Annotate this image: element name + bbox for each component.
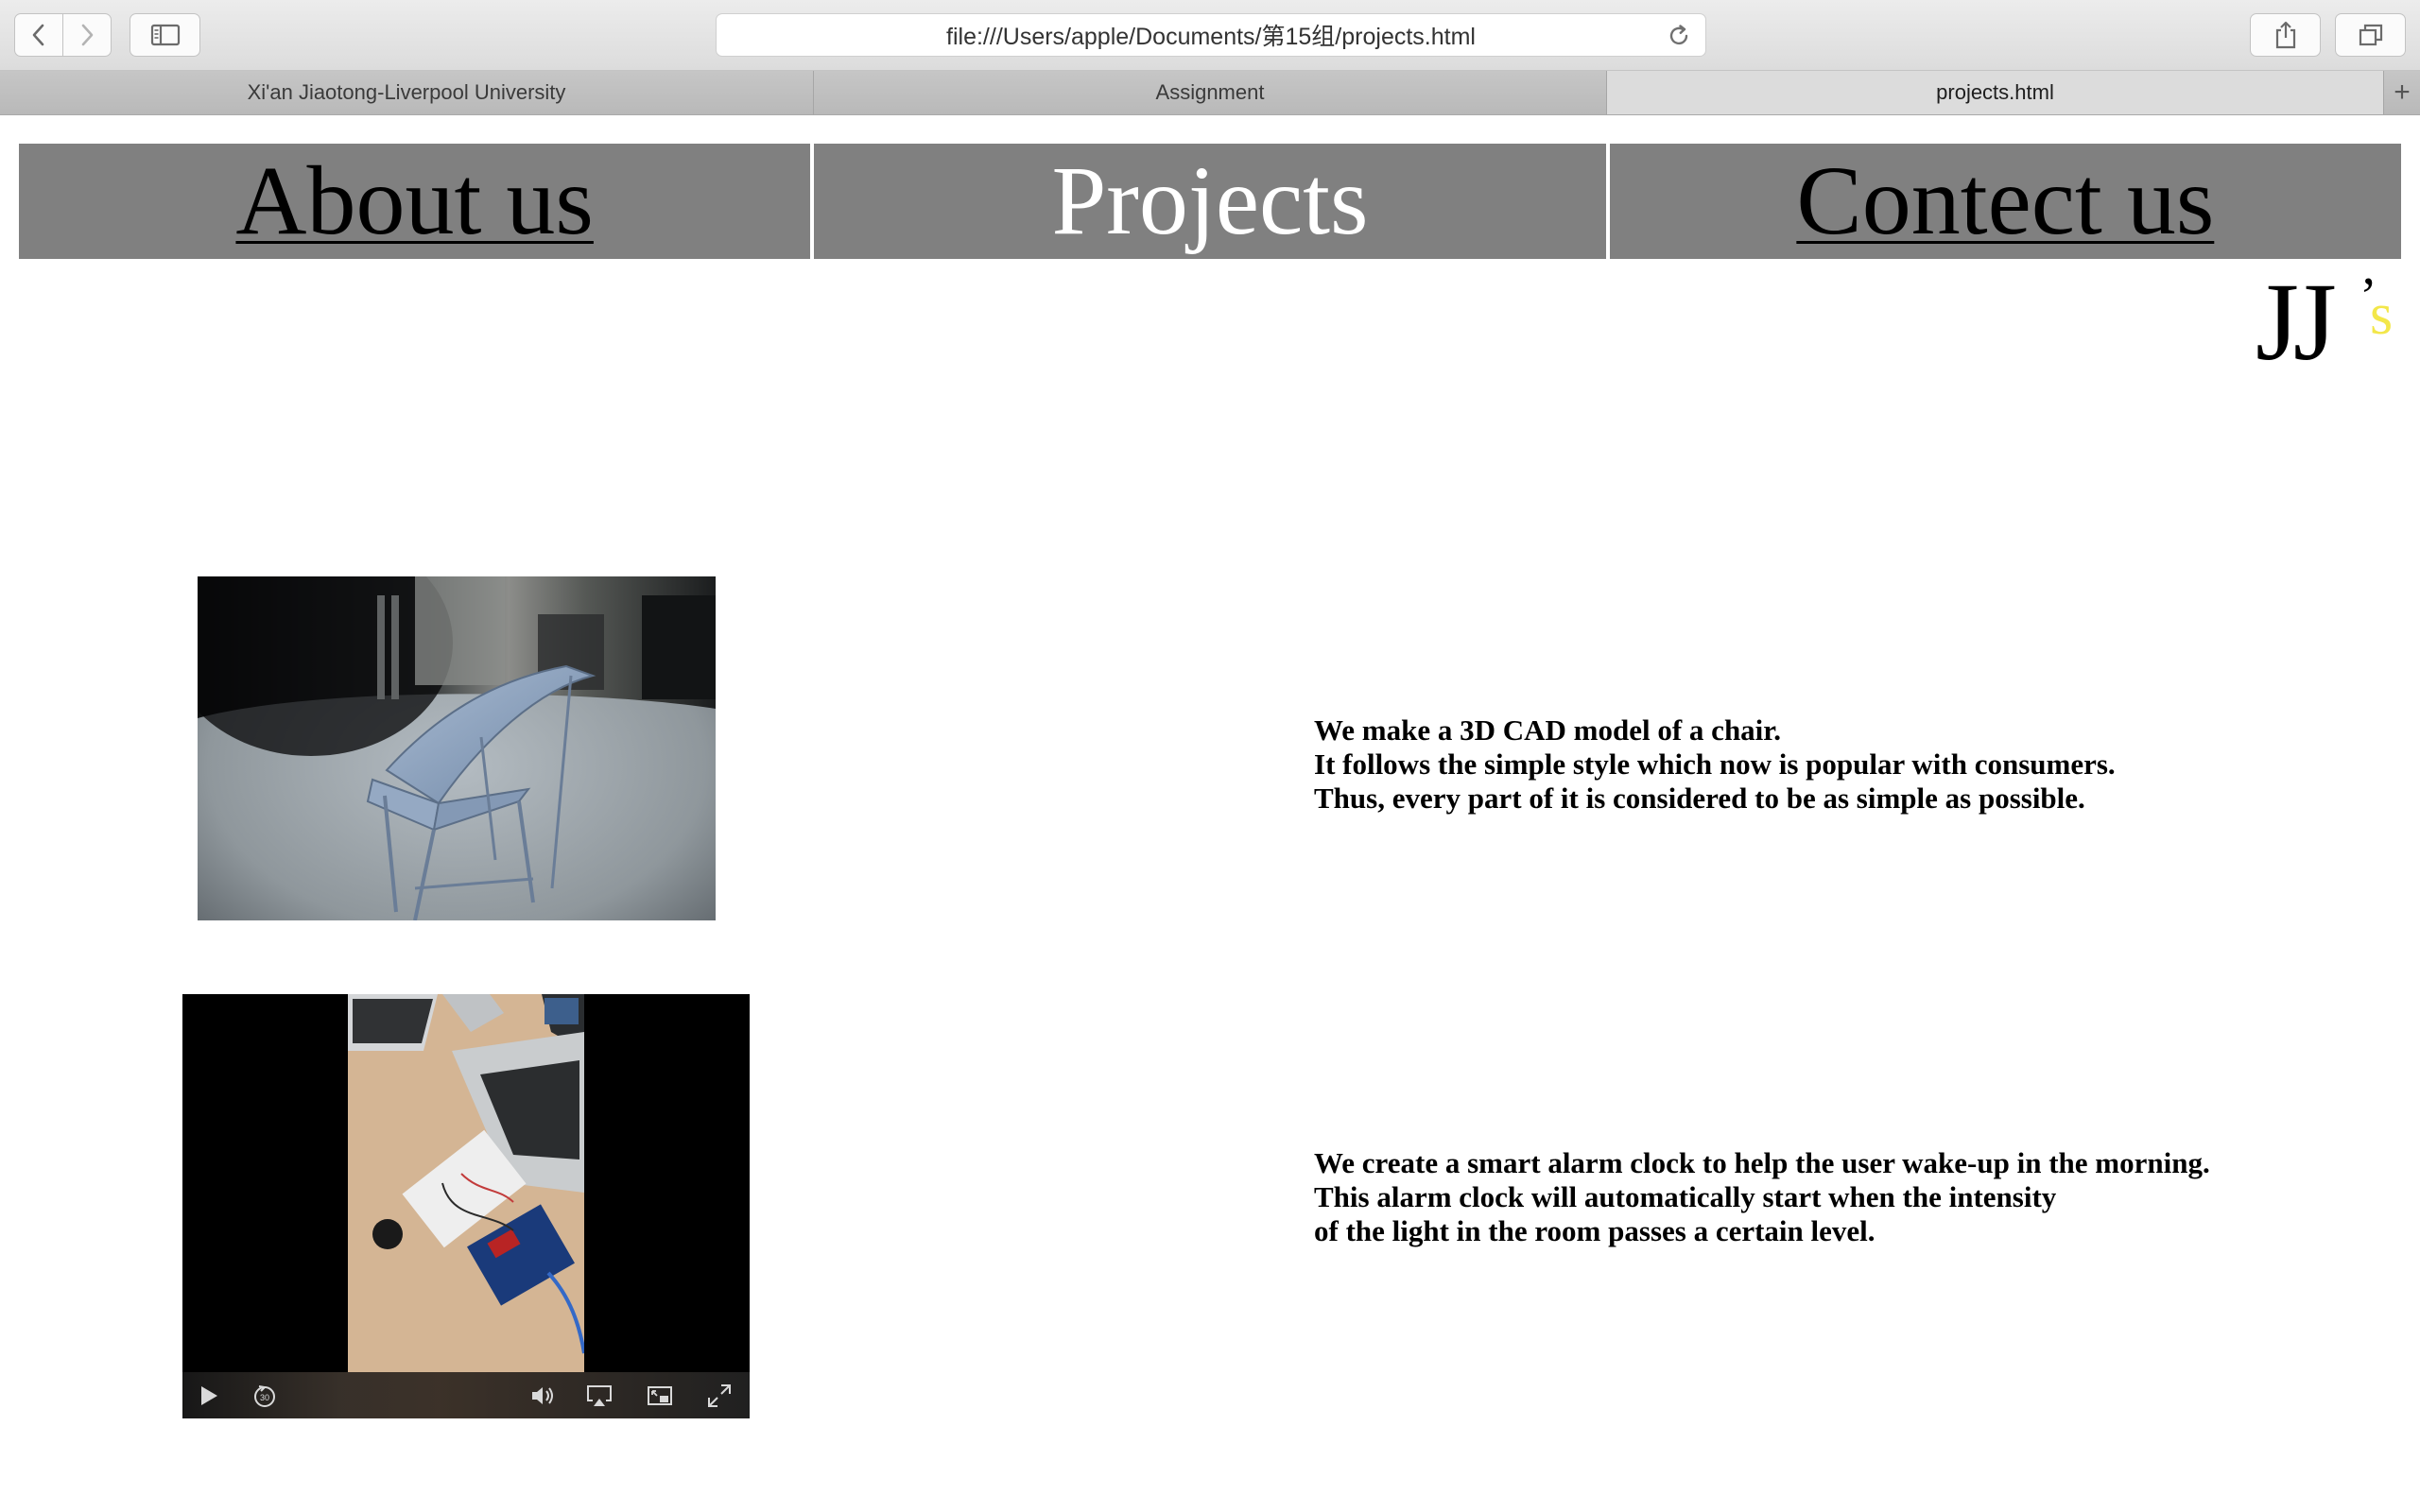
tab-assignment[interactable]: Assignment [814, 71, 1607, 114]
logo-suffix: s [2370, 283, 2394, 347]
alarm-clock-video[interactable]: 30 [182, 994, 750, 1418]
tab-label: projects.html [1936, 80, 2054, 104]
project-description-alarm: We create a smart alarm clock to help th… [1314, 1146, 2210, 1248]
volume-icon[interactable] [528, 1382, 557, 1410]
description-line: This alarm clock will automatically star… [1314, 1180, 2057, 1213]
fullscreen-icon[interactable] [705, 1382, 734, 1410]
video-frame [348, 994, 584, 1372]
browser-toolbar: file:///Users/apple/Documents/第15组/proje… [0, 0, 2420, 71]
site-logo: JJ ’ s [2256, 266, 2407, 380]
reload-icon[interactable] [1666, 23, 1692, 49]
description-line: We create a smart alarm clock to help th… [1314, 1146, 2210, 1179]
description-line: We make a 3D CAD model of a chair. [1314, 713, 1781, 747]
nav-projects[interactable]: Projects [814, 144, 1606, 259]
svg-text:30: 30 [260, 1393, 269, 1402]
project-description-chair: We make a 3D CAD model of a chair. It fo… [1314, 713, 2116, 816]
tab-label: Assignment [1155, 80, 1265, 104]
video-controls: 30 [182, 1372, 750, 1418]
new-tab-button[interactable]: + [2384, 71, 2420, 114]
description-line: It follows the simple style which now is… [1314, 747, 2116, 781]
back-button[interactable] [15, 14, 62, 56]
address-bar[interactable]: file:///Users/apple/Documents/第15组/proje… [716, 13, 1706, 57]
forward-button[interactable] [62, 14, 111, 56]
new-tab-icon: + [2394, 77, 2411, 108]
tab-projects[interactable]: projects.html [1607, 71, 2384, 114]
tab-xjtlu[interactable]: Xi'an Jiaotong-Liverpool University [0, 71, 814, 114]
picture-in-picture-icon[interactable] [646, 1382, 674, 1410]
url-text[interactable]: file:///Users/apple/Documents/第15组/proje… [946, 18, 1476, 52]
site-nav: About us Projects Contect us [19, 144, 2401, 259]
nav-about-us[interactable]: About us [19, 144, 811, 259]
share-icon [2275, 21, 2295, 49]
description-line: of the light in the room passes a certai… [1314, 1214, 1876, 1247]
airplay-icon[interactable] [585, 1382, 614, 1410]
tabs-overview-icon [2359, 24, 2382, 46]
sidebar-button[interactable] [130, 13, 200, 57]
chair-cad-image [198, 576, 716, 920]
play-icon[interactable] [194, 1382, 222, 1410]
share-button[interactable] [2250, 13, 2321, 57]
description-line: Thus, every part of it is considered to … [1314, 782, 2085, 815]
sidebar-icon [150, 24, 180, 46]
nav-contect-us[interactable]: Contect us [1609, 144, 2401, 259]
history-nav [14, 13, 112, 57]
tab-bar: Xi'an Jiaotong-Liverpool University Assi… [0, 71, 2420, 115]
back-icon [32, 24, 44, 46]
skip-back-30-icon[interactable]: 30 [251, 1382, 279, 1410]
tabs-overview-button[interactable] [2335, 13, 2406, 57]
logo-main: JJ [2256, 260, 2337, 384]
forward-icon [81, 24, 94, 46]
tab-label: Xi'an Jiaotong-Liverpool University [247, 80, 566, 104]
